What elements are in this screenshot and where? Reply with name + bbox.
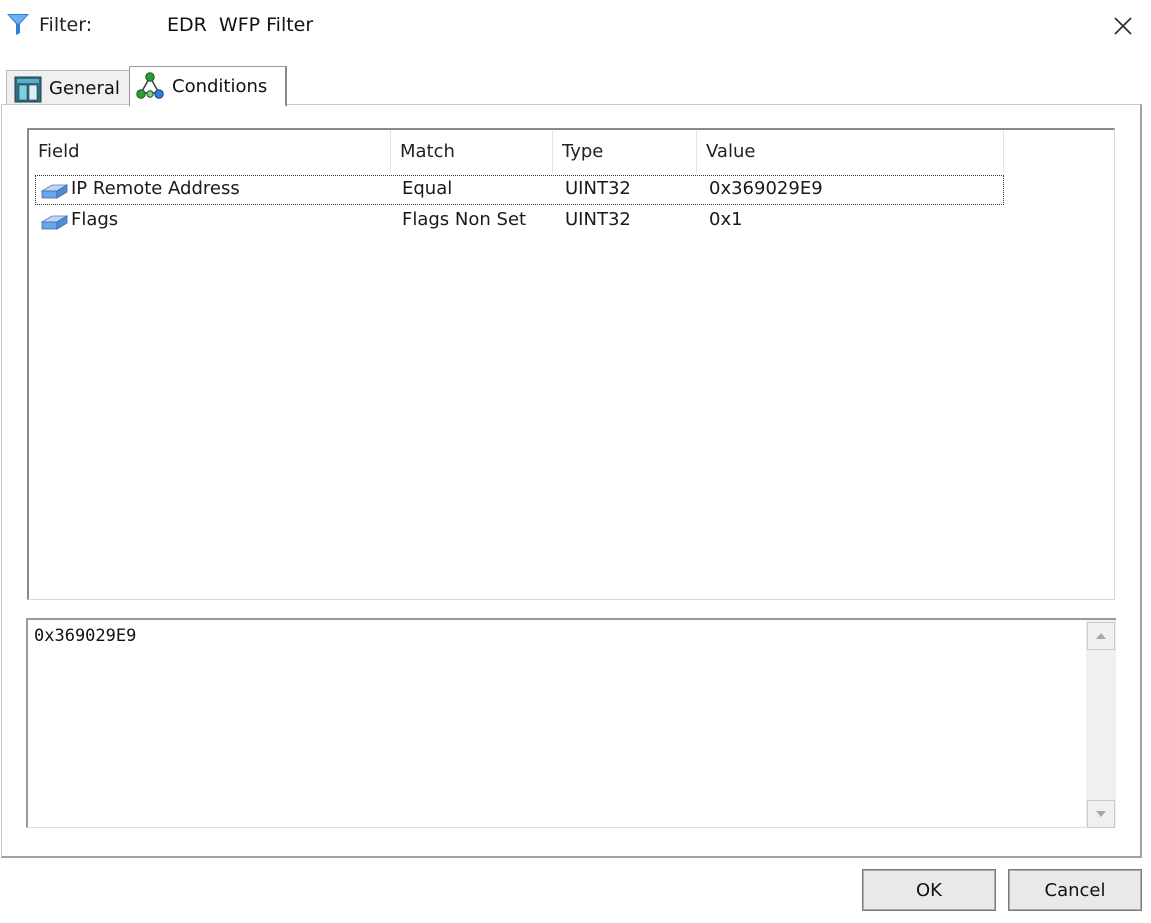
column-header-match[interactable]: Match [391, 130, 553, 172]
cell-value: 0x369029E9 [709, 178, 823, 199]
cell-field: Flags [71, 209, 119, 230]
cell-match: Flags Non Set [402, 209, 527, 230]
cell-field: IP Remote Address [71, 178, 240, 199]
scroll-up-button[interactable] [1087, 622, 1115, 650]
scroll-down-button[interactable] [1087, 800, 1115, 828]
cell-type: UINT32 [565, 209, 631, 230]
tab-general[interactable]: General [6, 70, 130, 106]
funnel-icon [7, 14, 29, 35]
table-row[interactable]: Flags Flags Non Set UINT32 0x1 [35, 206, 1004, 236]
vertical-scrollbar[interactable] [1086, 620, 1116, 828]
column-header-value[interactable]: Value [697, 130, 1004, 172]
cancel-button[interactable]: Cancel [1008, 869, 1142, 911]
tab-general-label: General [49, 78, 120, 99]
dialog-title-bar: Filter: EDR WFP Filter [0, 0, 1151, 52]
tab-conditions-label: Conditions [172, 76, 268, 97]
filter-name: EDR WFP Filter [167, 14, 314, 36]
condition-block-icon [40, 215, 69, 230]
conditions-list[interactable]: Field Match Type Value IP Remote Address… [27, 128, 1115, 600]
cell-match: Equal [402, 178, 453, 199]
value-text: 0x369029E9 [34, 626, 137, 646]
column-header-field[interactable]: Field [29, 130, 391, 172]
conditions-tab-icon [136, 71, 164, 99]
general-tab-icon [14, 76, 42, 102]
column-header-type[interactable]: Type [553, 130, 697, 172]
cell-type: UINT32 [565, 178, 631, 199]
filter-label: Filter: [39, 14, 93, 36]
arrow-down-icon [1096, 811, 1106, 817]
ok-button[interactable]: OK [862, 869, 996, 911]
list-header: Field Match Type Value [29, 130, 1004, 172]
arrow-up-icon [1096, 633, 1106, 639]
table-row[interactable]: IP Remote Address Equal UINT32 0x369029E… [35, 175, 1004, 205]
condition-block-icon [40, 184, 69, 199]
value-text-area[interactable]: 0x369029E9 [26, 618, 1116, 828]
cell-value: 0x1 [709, 209, 743, 230]
close-icon[interactable] [1110, 13, 1136, 39]
tab-conditions[interactable]: Conditions [129, 66, 287, 106]
